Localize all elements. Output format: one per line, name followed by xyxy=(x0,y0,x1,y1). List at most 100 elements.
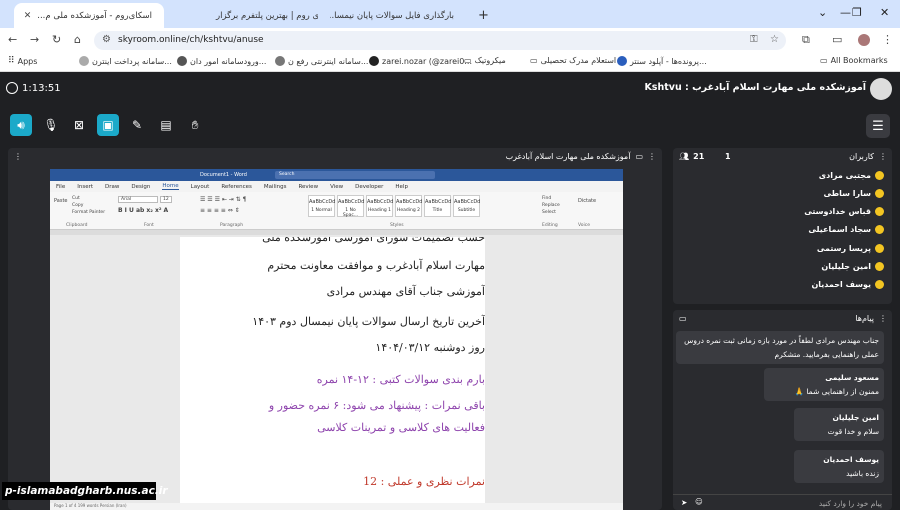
close-window-icon[interactable]: ✕ xyxy=(880,6,889,19)
message-text: زنده باشید xyxy=(846,468,879,478)
mic-off-icon[interactable]: 🎙︎ xyxy=(40,114,62,136)
style-sample: AaBbCcDd xyxy=(367,199,394,205)
paragraph-icons[interactable]: ☰ ☰ ☰ ⇤ ⇥ ⇅ ¶ xyxy=(200,196,246,203)
camera-off-icon[interactable]: ⊠ xyxy=(68,114,90,136)
minimize-icon[interactable]: — xyxy=(840,6,851,19)
clock-icon xyxy=(6,82,18,94)
style-label: 1 No Spac... xyxy=(342,208,359,218)
word-menu-home[interactable]: Home xyxy=(162,183,179,190)
style-option[interactable]: AaBbCcDd 1 Normal xyxy=(308,195,335,217)
copy-button[interactable]: Copy xyxy=(72,203,83,208)
user-name: قباس خدادوستی xyxy=(804,207,871,217)
panel-menu-icon[interactable]: ⋮ xyxy=(648,152,656,161)
paste-button[interactable]: Paste xyxy=(54,198,68,204)
tab-search-icon[interactable]: ⌄ xyxy=(818,6,827,19)
document-page[interactable]: حسب تصمیمات شورای آموزشی آموزشکده ملی مها… xyxy=(180,237,485,510)
style-option[interactable]: AaBbCcDd Heading 2 xyxy=(395,195,422,217)
browser-tab-2[interactable]: اسکای روم | بهترین پلتفرم برگزار... xyxy=(200,3,318,28)
word-menu-references[interactable]: References xyxy=(221,184,252,190)
password-key-icon[interactable]: ⚿ xyxy=(750,34,758,45)
user-item[interactable]: سجاد اسماعیلی xyxy=(808,223,884,237)
select-button[interactable]: Select xyxy=(542,210,556,215)
word-menu-developer[interactable]: Developer xyxy=(355,184,383,190)
align-icons[interactable]: ≡ ≡ ≡ ≡ ⇔ ⇕ xyxy=(200,207,240,214)
user-item[interactable]: یوسف احمدیان xyxy=(811,278,884,292)
shared-screen: Document1 - Word Search File Insert Draw De… xyxy=(50,169,623,510)
word-menu-mailings[interactable]: Mailings xyxy=(264,184,287,190)
close-tab-icon[interactable]: ✕ xyxy=(24,11,32,21)
word-menu-review[interactable]: Review xyxy=(298,184,318,190)
menu-icon[interactable]: ☰ xyxy=(866,114,890,138)
font-size-select[interactable]: 12 xyxy=(160,196,172,203)
extensions-icon[interactable]: ⧉ xyxy=(802,33,810,47)
word-search-box[interactable]: Search xyxy=(275,171,435,179)
style-option[interactable]: AaBbCcDd Subtitle xyxy=(453,195,480,217)
bookmark-item[interactable]: ورودسامانه امور دان... xyxy=(174,56,266,66)
word-title-bar: Document1 - Word Search xyxy=(50,169,623,181)
send-icon[interactable]: ➤ xyxy=(681,498,687,507)
style-option[interactable]: AaBbCcDd 1 No Spac... xyxy=(337,195,364,218)
back-icon[interactable]: ← xyxy=(8,33,17,46)
bookmark-item[interactable]: سامانه اینترنتی رفع ن... xyxy=(272,56,368,66)
bookmark-item[interactable]: پرونده‌ها - آپلود سنتر... xyxy=(614,56,707,66)
users-icon: 👥︎ xyxy=(679,152,690,161)
user-item[interactable]: قباس خدادوستی xyxy=(804,205,884,219)
speaker-icon[interactable]: 🔊︎ xyxy=(10,114,32,136)
word-menu-file[interactable]: File xyxy=(56,184,65,190)
home-icon[interactable]: ⌂ xyxy=(74,33,81,46)
user-item[interactable]: پریسا رستمی xyxy=(817,241,884,255)
sidebar-icon[interactable]: ▭ xyxy=(832,33,842,46)
style-label: Title xyxy=(432,208,443,213)
screen-share-icon[interactable]: ▣ xyxy=(97,114,119,136)
user-item[interactable]: سارا ساطی xyxy=(823,186,884,200)
word-menu-insert[interactable]: Insert xyxy=(77,184,93,190)
browser-tab-3[interactable]: بارگذاری فایل سوالات پایان نیمسا... ✕ xyxy=(330,3,466,28)
bookmark-item[interactable]: zarei.nozar (@zarei0... xyxy=(366,56,472,66)
forward-icon[interactable]: → xyxy=(30,33,39,46)
user-icon xyxy=(875,243,884,253)
bookmark-item[interactable]: ▭ استعلام مدرک تحصیلی xyxy=(530,56,616,65)
style-sample: AaBbCcDd xyxy=(454,199,481,205)
address-bar[interactable]: ⚙ skyroom.online/ch/kshtvu/anuse ⚿ ☆ xyxy=(94,31,786,50)
all-bookmarks[interactable]: ▭ All Bookmarks xyxy=(820,56,888,65)
word-menu-help[interactable]: Help xyxy=(395,184,408,190)
font-name-select[interactable]: Arial xyxy=(118,196,158,203)
find-button[interactable]: Find xyxy=(542,196,551,201)
profile-avatar[interactable] xyxy=(858,34,870,46)
chrome-menu-icon[interactable]: ⋮ xyxy=(882,33,893,46)
site-info-icon[interactable]: ⚙ xyxy=(102,34,111,45)
font-formatting-icons[interactable]: B I U ab x₂ x² A xyxy=(118,207,168,214)
bookmark-item[interactable]: سامانه پرداخت اینترن... xyxy=(76,56,172,66)
user-item[interactable]: مجتبی مرادی xyxy=(819,168,884,182)
word-menu-layout[interactable]: Layout xyxy=(191,184,210,190)
bookmark-apps[interactable]: ⠿ Apps xyxy=(8,56,37,66)
user-item[interactable]: امین جلیلیان xyxy=(821,260,884,274)
reload-icon[interactable]: ↻ xyxy=(52,33,61,46)
message-item: امین جلیلیان سلام و خدا قوت xyxy=(794,408,884,441)
style-label: Heading 1 xyxy=(367,208,392,213)
word-menu-design[interactable]: Design xyxy=(131,184,150,190)
clipboard-icon[interactable]: ▤ xyxy=(155,114,177,136)
bookmark-item[interactable]: ▭ میکروتیک xyxy=(464,56,506,65)
replace-button[interactable]: Replace xyxy=(542,203,560,208)
new-tab-button[interactable]: + xyxy=(470,3,490,28)
emoji-icon[interactable]: ☺ xyxy=(695,497,703,506)
pen-icon[interactable]: ✎ xyxy=(126,114,148,136)
maximize-icon[interactable]: ❐ xyxy=(852,6,862,19)
raise-hand-icon[interactable]: ✋︎ xyxy=(184,114,206,136)
dictate-button[interactable]: Dictate xyxy=(578,198,596,204)
browser-tab-active[interactable]: اسکای‌روم - آموزشکده ملی م... ✕ xyxy=(14,3,164,28)
word-menu-view[interactable]: View xyxy=(330,184,343,190)
message-input[interactable]: ➤ ☺ پیام خود را وارد کنید xyxy=(673,494,892,510)
user-avatar[interactable] xyxy=(870,78,892,100)
word-menu-draw[interactable]: Draw xyxy=(105,184,119,190)
user-name: امین جلیلیان xyxy=(821,262,871,271)
messages-menu-icon[interactable]: ⋮ xyxy=(879,314,887,323)
panel-options-icon[interactable]: ⋮ xyxy=(14,152,22,161)
style-option[interactable]: AaBbCcDd Title xyxy=(424,195,451,217)
cut-button[interactable]: Cut xyxy=(72,196,80,201)
users-menu-icon[interactable]: ⋮ xyxy=(879,152,887,161)
format-painter-button[interactable]: Format Painter xyxy=(72,210,105,215)
style-option[interactable]: AaBbCcDd Heading 1 xyxy=(366,195,393,217)
bookmark-star-icon[interactable]: ☆ xyxy=(770,34,779,45)
